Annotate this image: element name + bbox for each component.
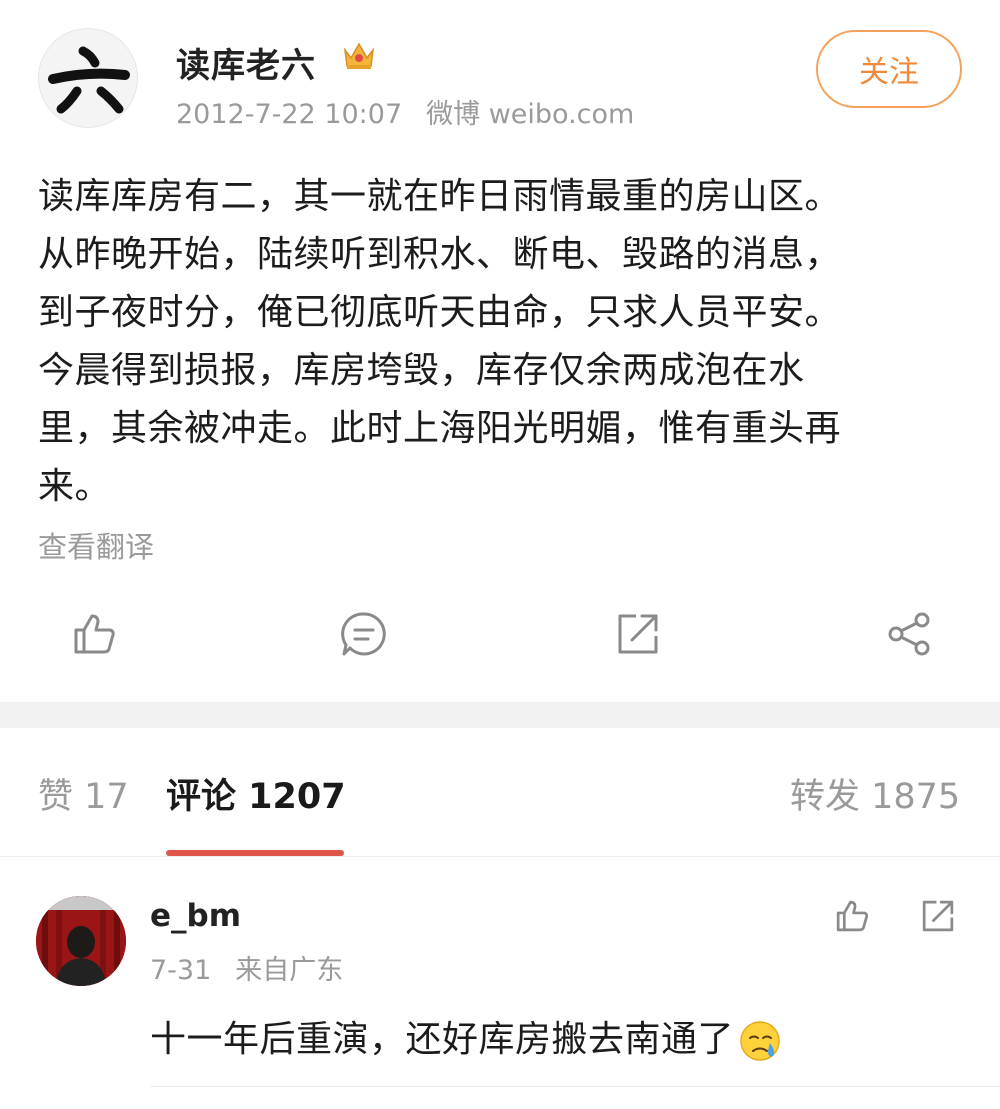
crying-face-icon	[740, 1021, 780, 1061]
post-meta: 2012-7-22 10:07 微博 weibo.com	[176, 92, 658, 131]
section-divider	[0, 702, 1000, 728]
tab-comments[interactable]: 评论 1207	[166, 768, 346, 819]
author-avatar[interactable]	[38, 28, 138, 128]
repost-icon[interactable]	[612, 608, 664, 660]
tabs-divider	[0, 856, 1000, 857]
comment-repost-icon[interactable]	[918, 896, 958, 936]
share-icon[interactable]	[884, 608, 936, 660]
comment-meta: 7-31 来自广东	[150, 948, 367, 987]
post-text: 读库库房有二，其一就在昨日雨情最重的房山区。 从昨晚开始，陆续听到积水、断电、毁…	[38, 176, 842, 507]
comment-location: 来自广东	[235, 955, 344, 986]
comment-text: 十一年后重演，还好库房搬去南通了	[150, 1019, 735, 1060]
commenter-avatar-image	[36, 896, 126, 986]
thumb-up-icon[interactable]	[68, 608, 120, 660]
comment-like-icon[interactable]	[832, 896, 872, 936]
post-source: 微博 weibo.com	[426, 99, 635, 130]
comment-text-row: 十一年后重演，还好库房搬去南通了	[150, 1010, 782, 1063]
follow-button[interactable]: 关注	[816, 30, 962, 108]
author-avatar-glyph	[48, 46, 130, 114]
tab-reposts[interactable]: 转发 1875	[790, 768, 960, 819]
comment-date: 7-31	[150, 955, 212, 986]
comment-icon[interactable]	[338, 608, 390, 660]
commenter-name[interactable]: e_bm	[150, 898, 241, 934]
translate-link[interactable]: 查看翻译	[38, 524, 154, 566]
author-name[interactable]: 读库老六	[176, 38, 316, 87]
tab-likes[interactable]: 赞 17	[38, 768, 129, 819]
crown-icon	[343, 42, 375, 69]
comment-divider	[150, 1086, 1000, 1087]
commenter-avatar[interactable]	[36, 896, 126, 986]
post-date: 2012-7-22 10:07	[176, 99, 403, 130]
